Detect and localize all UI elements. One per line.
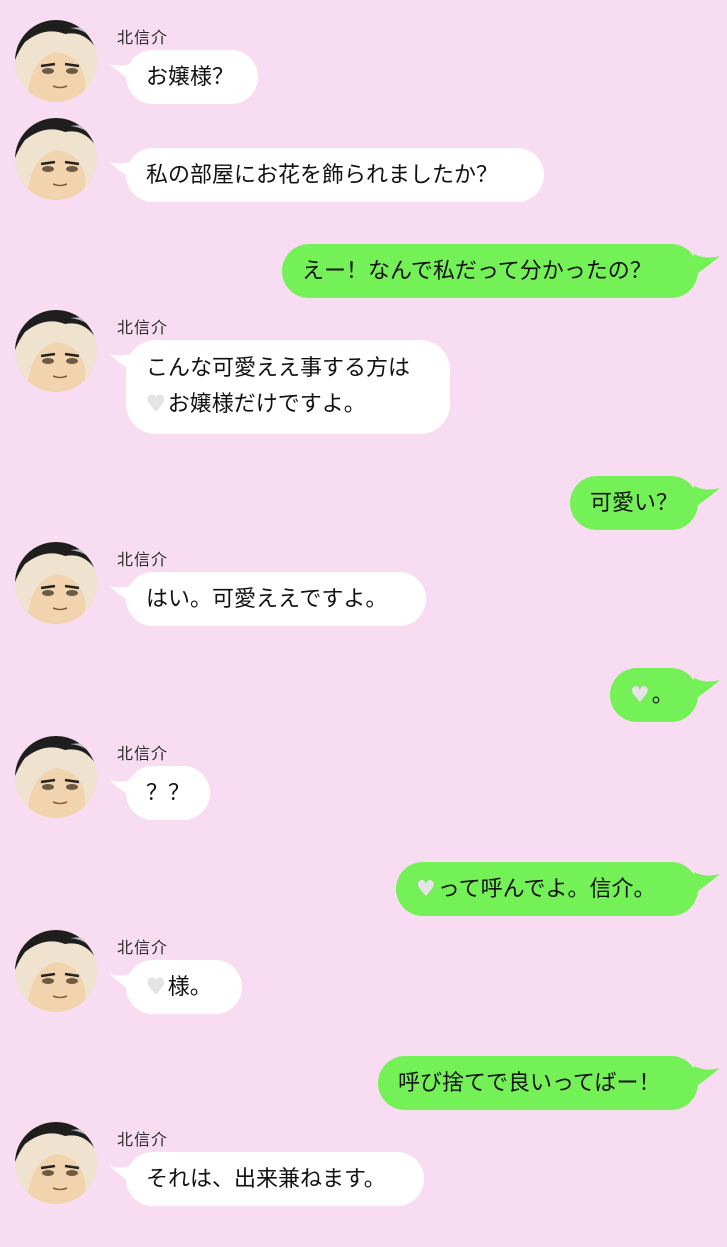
message-text: 。	[651, 683, 674, 708]
white-heart-icon: ♥	[146, 975, 166, 1000]
bubble-tail	[694, 872, 720, 894]
message-bubble[interactable]: お嬢様？	[126, 50, 258, 104]
bubble-tail	[694, 1066, 720, 1088]
message-bubble-outgoing[interactable]: ♥。	[610, 668, 698, 722]
avatar[interactable]	[15, 542, 97, 624]
message-bubble-outgoing[interactable]: 呼び捨てで良いってばー！	[378, 1056, 698, 1110]
message-bubble[interactable]: はい。可愛ええですよ。	[126, 572, 426, 626]
message-text: ？？	[146, 781, 191, 806]
avatar-icon	[15, 310, 97, 392]
avatar-icon	[15, 930, 97, 1012]
sender-name: 北信介	[117, 28, 169, 47]
message-text: こんな可愛ええ事する方は	[146, 356, 411, 381]
sender-name: 北信介	[117, 318, 169, 337]
white-heart-icon: ♥	[416, 877, 436, 902]
white-heart-icon: ♥	[146, 392, 166, 417]
chat-area: 北信介 お嬢様？ 私の部屋にお花を飾られましたか？ えー！なんで私だって分かった…	[0, 0, 727, 1247]
message-bubble[interactable]: 私の部屋にお花を飾られましたか？	[126, 148, 544, 202]
avatar[interactable]	[15, 20, 97, 102]
message-text: 可愛い？	[590, 491, 679, 516]
message-bubble-outgoing[interactable]: 可愛い？	[570, 476, 698, 530]
sender-name: 北信介	[117, 938, 169, 957]
sender-name: 北信介	[117, 744, 169, 763]
message-text: 呼び捨てで良いってばー！	[398, 1071, 661, 1096]
message-text: 様。	[167, 975, 212, 1000]
sender-name: 北信介	[117, 550, 169, 569]
avatar[interactable]	[15, 930, 97, 1012]
white-heart-icon: ♥	[630, 683, 650, 708]
avatar-icon	[15, 736, 97, 818]
bubble-tail	[694, 486, 720, 508]
message-bubble[interactable]: それは、出来兼ねます。	[126, 1152, 424, 1206]
sender-name: 北信介	[117, 1130, 169, 1149]
message-text: 私の部屋にお花を飾られましたか？	[146, 163, 499, 188]
avatar[interactable]	[15, 1122, 97, 1204]
message-text: えー！なんで私だって分かったの？	[302, 259, 652, 284]
bubble-tail	[694, 678, 720, 700]
message-text: お嬢様？	[146, 65, 235, 90]
message-bubble-outgoing[interactable]: えー！なんで私だって分かったの？	[282, 244, 698, 298]
message-text: お嬢様だけですよ。	[167, 392, 366, 417]
avatar-icon	[15, 118, 97, 200]
bubble-tail	[694, 254, 720, 276]
avatar-icon	[15, 542, 97, 624]
avatar[interactable]	[15, 736, 97, 818]
message-bubble[interactable]: ？？	[126, 766, 210, 820]
message-text: って呼んでよ。信介。	[437, 877, 656, 902]
message-text: はい。可愛ええですよ。	[146, 587, 388, 612]
avatar[interactable]	[15, 118, 97, 200]
avatar-icon	[15, 1122, 97, 1204]
avatar[interactable]	[15, 310, 97, 392]
message-bubble[interactable]: こんな可愛ええ事する方は ♥お嬢様だけですよ。	[126, 340, 450, 434]
avatar-icon	[15, 20, 97, 102]
message-bubble-outgoing[interactable]: ♥って呼んでよ。信介。	[396, 862, 698, 916]
message-text: それは、出来兼ねます。	[146, 1167, 386, 1192]
message-bubble[interactable]: ♥様。	[126, 960, 242, 1014]
